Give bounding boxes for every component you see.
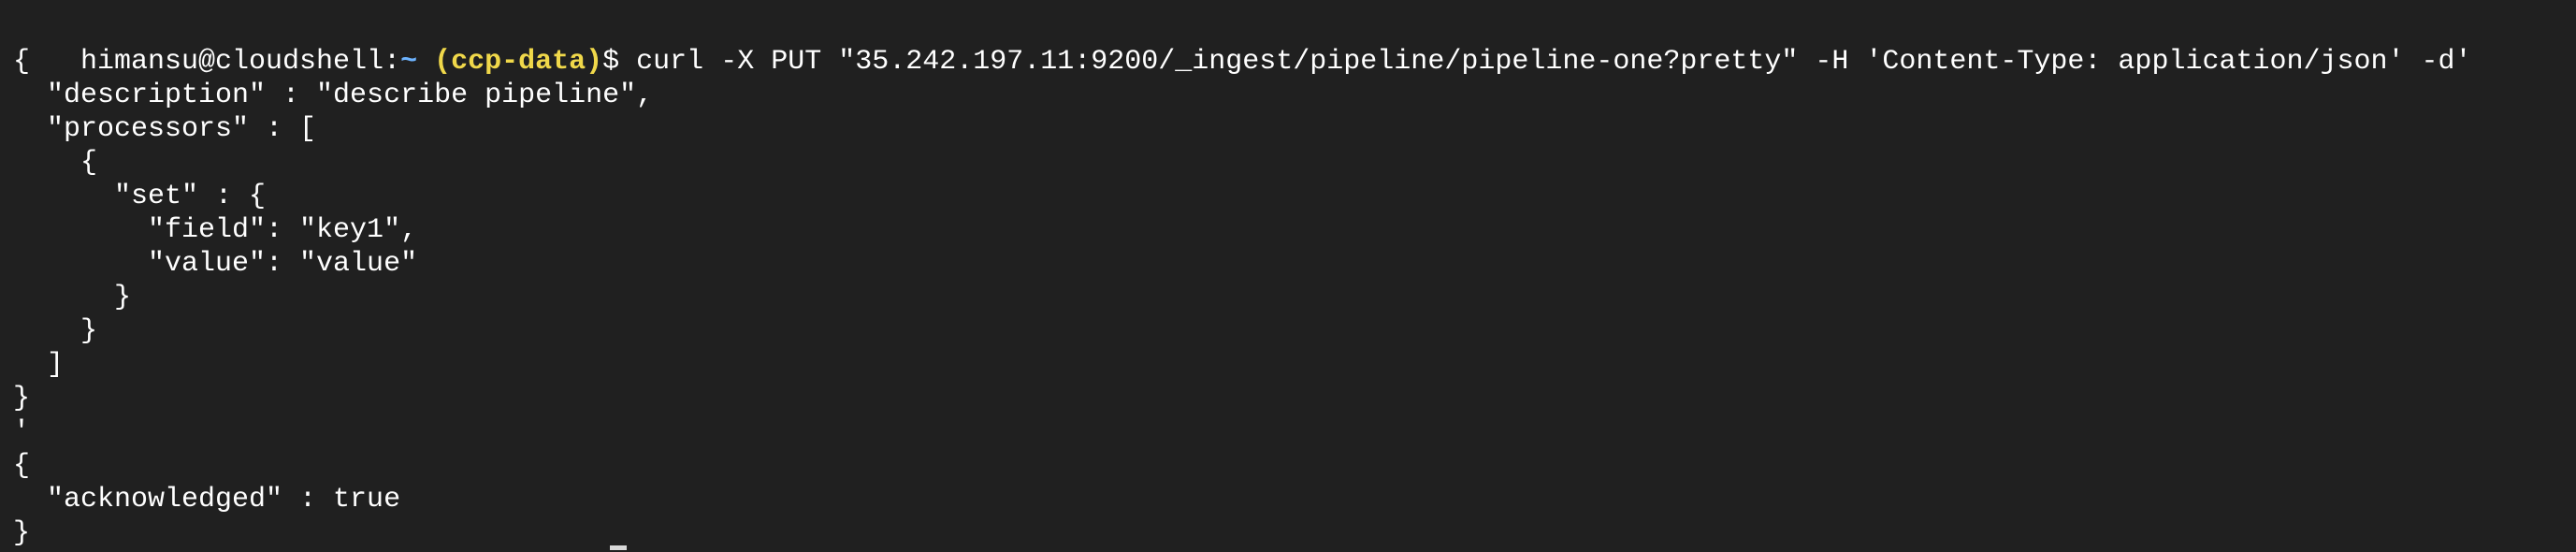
output-line: }	[13, 315, 98, 347]
output-line: ]	[13, 349, 65, 381]
output-line: {	[13, 450, 31, 482]
output-line: "field": "key1",	[13, 214, 418, 246]
prompt-user-host: himansu@cloudshell	[80, 46, 384, 78]
prompt-line: himansu@cloudshell:~ (ccp-data)$ curl -X…	[13, 11, 2471, 78]
prompt-path: ~	[400, 46, 418, 78]
output-line: "description" : "describe pipeline",	[13, 80, 654, 111]
prompt-separator: :	[384, 46, 401, 78]
output-line: "set" : {	[13, 181, 267, 212]
terminal-window[interactable]: himansu@cloudshell:~ (ccp-data)$ curl -X…	[0, 0, 2576, 552]
output-line: }	[13, 383, 31, 414]
output-line: "processors" : [	[13, 113, 317, 145]
command-text: curl -X PUT "35.242.197.11:9200/_ingest/…	[619, 46, 2472, 78]
output-line: "value": "value"	[13, 248, 418, 280]
prompt-dollar: $	[602, 46, 620, 78]
prompt-project: (ccp-data)	[434, 46, 603, 78]
output-line: {	[13, 46, 31, 78]
output-line: {	[13, 147, 98, 179]
text-cursor	[610, 545, 627, 550]
output-line: }	[13, 517, 31, 549]
output-line: }	[13, 282, 132, 313]
output-line: '	[13, 416, 31, 448]
output-line: "acknowledged" : true	[13, 484, 401, 516]
